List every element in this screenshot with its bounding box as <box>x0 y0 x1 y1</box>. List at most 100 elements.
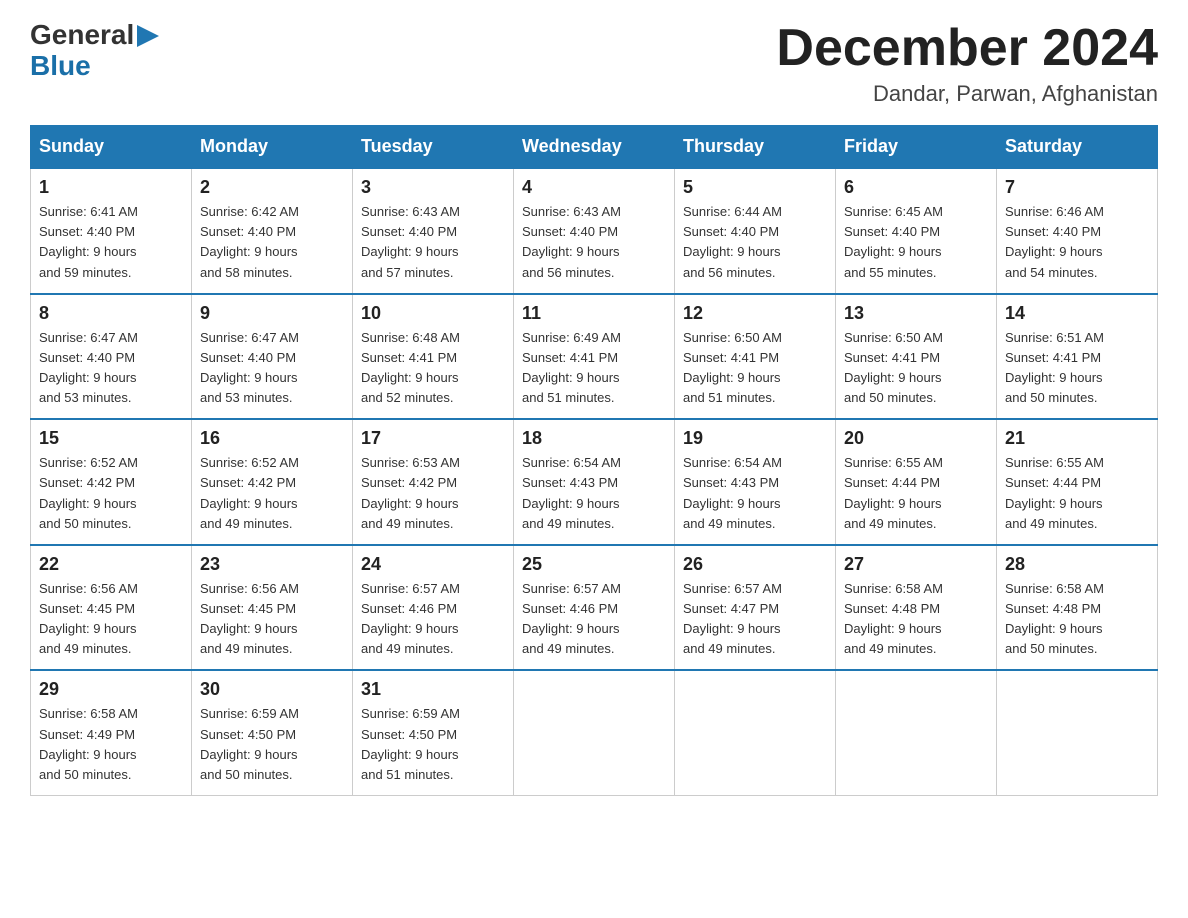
day-info: Sunrise: 6:53 AMSunset: 4:42 PMDaylight:… <box>361 455 460 530</box>
calendar-week-row: 8 Sunrise: 6:47 AMSunset: 4:40 PMDaylight… <box>31 294 1158 420</box>
day-number: 15 <box>39 428 183 449</box>
day-info: Sunrise: 6:44 AMSunset: 4:40 PMDaylight:… <box>683 204 782 279</box>
weekday-header-row: SundayMondayTuesdayWednesdayThursdayFrid… <box>31 126 1158 169</box>
calendar-cell: 1 Sunrise: 6:41 AMSunset: 4:40 PMDaylight… <box>31 168 192 294</box>
calendar-cell: 25 Sunrise: 6:57 AMSunset: 4:46 PMDayligh… <box>514 545 675 671</box>
day-number: 7 <box>1005 177 1149 198</box>
day-number: 6 <box>844 177 988 198</box>
day-number: 22 <box>39 554 183 575</box>
day-info: Sunrise: 6:50 AMSunset: 4:41 PMDaylight:… <box>844 330 943 405</box>
calendar-cell <box>836 670 997 795</box>
calendar-cell <box>514 670 675 795</box>
calendar-cell: 4Sunrise: 6:43 AMSunset: 4:40 PMDaylight… <box>514 168 675 294</box>
day-info: Sunrise: 6:59 AMSunset: 4:50 PMDaylight:… <box>200 706 299 781</box>
day-number: 17 <box>361 428 505 449</box>
calendar-cell: 24 Sunrise: 6:57 AMSunset: 4:46 PMDayligh… <box>353 545 514 671</box>
day-number: 14 <box>1005 303 1149 324</box>
day-info: Sunrise: 6:51 AMSunset: 4:41 PMDaylight:… <box>1005 330 1104 405</box>
day-number: 23 <box>200 554 344 575</box>
weekday-header-tuesday: Tuesday <box>353 126 514 169</box>
day-info: Sunrise: 6:41 AMSunset: 4:40 PMDaylight:… <box>39 204 138 279</box>
day-number: 21 <box>1005 428 1149 449</box>
page-header: General Blue December 2024 Dandar, Parwa… <box>30 20 1158 107</box>
day-number: 19 <box>683 428 827 449</box>
day-info: Sunrise: 6:49 AMSunset: 4:41 PMDaylight:… <box>522 330 621 405</box>
logo-arrow-icon <box>137 25 159 47</box>
calendar-cell <box>997 670 1158 795</box>
day-number: 10 <box>361 303 505 324</box>
weekday-header-sunday: Sunday <box>31 126 192 169</box>
calendar-cell: 16Sunrise: 6:52 AMSunset: 4:42 PMDayligh… <box>192 419 353 545</box>
day-info: Sunrise: 6:58 AMSunset: 4:48 PMDaylight:… <box>1005 581 1104 656</box>
calendar-cell: 8 Sunrise: 6:47 AMSunset: 4:40 PMDaylight… <box>31 294 192 420</box>
calendar-cell: 23 Sunrise: 6:56 AMSunset: 4:45 PMDayligh… <box>192 545 353 671</box>
day-info: Sunrise: 6:57 AMSunset: 4:46 PMDaylight:… <box>361 581 460 656</box>
day-number: 1 <box>39 177 183 198</box>
weekday-header-thursday: Thursday <box>675 126 836 169</box>
day-number: 8 <box>39 303 183 324</box>
day-info: Sunrise: 6:48 AMSunset: 4:41 PMDaylight:… <box>361 330 460 405</box>
day-number: 18 <box>522 428 666 449</box>
day-info: Sunrise: 6:57 AMSunset: 4:47 PMDaylight:… <box>683 581 782 656</box>
calendar-cell: 10 Sunrise: 6:48 AMSunset: 4:41 PMDayligh… <box>353 294 514 420</box>
day-info: Sunrise: 6:42 AMSunset: 4:40 PMDaylight:… <box>200 204 299 279</box>
day-info: Sunrise: 6:54 AMSunset: 4:43 PMDaylight:… <box>683 455 782 530</box>
calendar-week-row: 22 Sunrise: 6:56 AMSunset: 4:45 PMDayligh… <box>31 545 1158 671</box>
calendar-cell <box>675 670 836 795</box>
calendar-cell: 15Sunrise: 6:52 AMSunset: 4:42 PMDayligh… <box>31 419 192 545</box>
calendar-cell: 3Sunrise: 6:43 AMSunset: 4:40 PMDaylight… <box>353 168 514 294</box>
day-info: Sunrise: 6:59 AMSunset: 4:50 PMDaylight:… <box>361 706 460 781</box>
calendar-week-row: 29 Sunrise: 6:58 AMSunset: 4:49 PMDayligh… <box>31 670 1158 795</box>
day-info: Sunrise: 6:45 AMSunset: 4:40 PMDaylight:… <box>844 204 943 279</box>
calendar-cell: 20Sunrise: 6:55 AMSunset: 4:44 PMDayligh… <box>836 419 997 545</box>
weekday-header-wednesday: Wednesday <box>514 126 675 169</box>
day-number: 13 <box>844 303 988 324</box>
calendar-cell: 18Sunrise: 6:54 AMSunset: 4:43 PMDayligh… <box>514 419 675 545</box>
day-number: 2 <box>200 177 344 198</box>
day-number: 26 <box>683 554 827 575</box>
calendar-cell: 29 Sunrise: 6:58 AMSunset: 4:49 PMDayligh… <box>31 670 192 795</box>
logo-general-text: General <box>30 20 134 51</box>
calendar-cell: 21Sunrise: 6:55 AMSunset: 4:44 PMDayligh… <box>997 419 1158 545</box>
day-info: Sunrise: 6:56 AMSunset: 4:45 PMDaylight:… <box>200 581 299 656</box>
day-info: Sunrise: 6:56 AMSunset: 4:45 PMDaylight:… <box>39 581 138 656</box>
day-info: Sunrise: 6:46 AMSunset: 4:40 PMDaylight:… <box>1005 204 1104 279</box>
day-number: 4 <box>522 177 666 198</box>
day-number: 9 <box>200 303 344 324</box>
day-info: Sunrise: 6:58 AMSunset: 4:49 PMDaylight:… <box>39 706 138 781</box>
calendar-cell: 17 Sunrise: 6:53 AMSunset: 4:42 PMDayligh… <box>353 419 514 545</box>
calendar-cell: 11Sunrise: 6:49 AMSunset: 4:41 PMDayligh… <box>514 294 675 420</box>
calendar-week-row: 15Sunrise: 6:52 AMSunset: 4:42 PMDayligh… <box>31 419 1158 545</box>
location-subtitle: Dandar, Parwan, Afghanistan <box>776 81 1158 107</box>
day-info: Sunrise: 6:47 AMSunset: 4:40 PMDaylight:… <box>200 330 299 405</box>
logo-blue-text: Blue <box>30 50 91 81</box>
day-info: Sunrise: 6:47 AMSunset: 4:40 PMDaylight:… <box>39 330 138 405</box>
calendar-cell: 28Sunrise: 6:58 AMSunset: 4:48 PMDayligh… <box>997 545 1158 671</box>
day-number: 30 <box>200 679 344 700</box>
calendar-week-row: 1 Sunrise: 6:41 AMSunset: 4:40 PMDaylight… <box>31 168 1158 294</box>
day-number: 5 <box>683 177 827 198</box>
day-number: 25 <box>522 554 666 575</box>
day-number: 20 <box>844 428 988 449</box>
calendar-cell: 31 Sunrise: 6:59 AMSunset: 4:50 PMDayligh… <box>353 670 514 795</box>
day-number: 31 <box>361 679 505 700</box>
month-year-title: December 2024 <box>776 20 1158 77</box>
day-info: Sunrise: 6:50 AMSunset: 4:41 PMDaylight:… <box>683 330 782 405</box>
day-info: Sunrise: 6:57 AMSunset: 4:46 PMDaylight:… <box>522 581 621 656</box>
day-number: 12 <box>683 303 827 324</box>
day-info: Sunrise: 6:43 AMSunset: 4:40 PMDaylight:… <box>361 204 460 279</box>
calendar-cell: 5 Sunrise: 6:44 AMSunset: 4:40 PMDaylight… <box>675 168 836 294</box>
day-number: 16 <box>200 428 344 449</box>
calendar-cell: 6 Sunrise: 6:45 AMSunset: 4:40 PMDaylight… <box>836 168 997 294</box>
calendar-cell: 30 Sunrise: 6:59 AMSunset: 4:50 PMDayligh… <box>192 670 353 795</box>
calendar-cell: 27Sunrise: 6:58 AMSunset: 4:48 PMDayligh… <box>836 545 997 671</box>
calendar-table: SundayMondayTuesdayWednesdayThursdayFrid… <box>30 125 1158 796</box>
day-info: Sunrise: 6:58 AMSunset: 4:48 PMDaylight:… <box>844 581 943 656</box>
calendar-cell: 13 Sunrise: 6:50 AMSunset: 4:41 PMDayligh… <box>836 294 997 420</box>
calendar-cell: 14 Sunrise: 6:51 AMSunset: 4:41 PMDayligh… <box>997 294 1158 420</box>
calendar-cell: 9 Sunrise: 6:47 AMSunset: 4:40 PMDaylight… <box>192 294 353 420</box>
day-number: 24 <box>361 554 505 575</box>
calendar-cell: 19 Sunrise: 6:54 AMSunset: 4:43 PMDayligh… <box>675 419 836 545</box>
calendar-cell: 12 Sunrise: 6:50 AMSunset: 4:41 PMDayligh… <box>675 294 836 420</box>
day-number: 29 <box>39 679 183 700</box>
